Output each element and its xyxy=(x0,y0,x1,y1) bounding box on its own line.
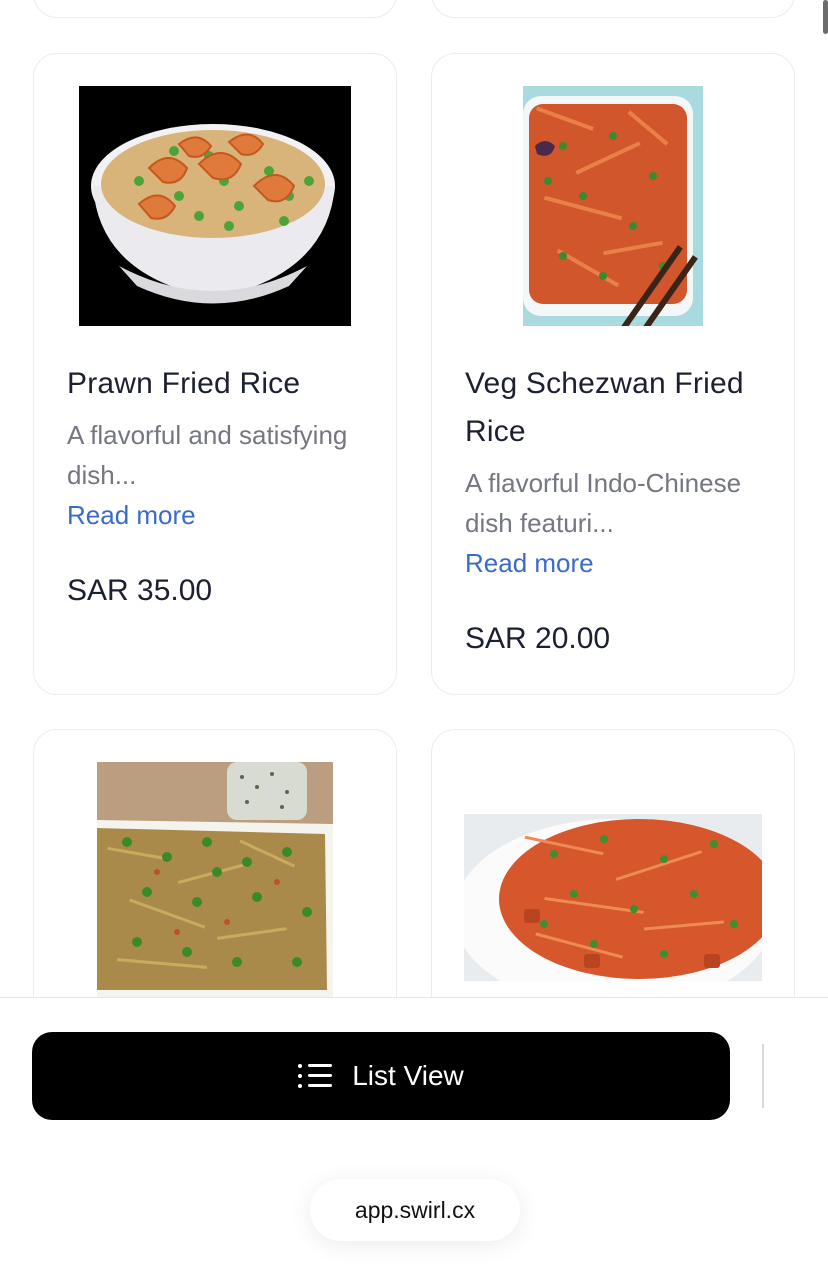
fried-rice-image xyxy=(464,814,762,981)
product-card-veg-schezwan-fried-rice[interactable]: Veg Schezwan Fried Rice A flavorful Indo… xyxy=(431,53,795,695)
product-card-prawn-fried-rice[interactable]: Prawn Fried Rice A flavorful and satisfy… xyxy=(33,53,397,695)
product-description: A flavorful and satisfying dish... xyxy=(67,420,348,490)
menu-page: Prawn Fried Rice A flavorful and satisfy… xyxy=(0,0,828,1266)
product-title: Veg Schezwan Fried Rice xyxy=(465,367,744,448)
product-price: SAR 35.00 xyxy=(67,574,213,607)
list-icon xyxy=(298,1063,333,1089)
product-description: A flavorful Indo-Chinese dish featuri... xyxy=(465,468,742,538)
product-card-partial[interactable] xyxy=(431,0,795,18)
list-view-button[interactable]: List View xyxy=(32,1032,730,1120)
read-more-link[interactable]: Read more xyxy=(67,495,196,535)
read-more-link[interactable]: Read more xyxy=(465,543,594,583)
list-view-label: List View xyxy=(352,1060,464,1091)
product-price: SAR 20.00 xyxy=(465,622,611,655)
fried-rice-image xyxy=(97,762,333,998)
url-pill[interactable]: app.swirl.cx xyxy=(310,1179,520,1241)
product-card-partial[interactable] xyxy=(33,0,397,18)
scrollbar[interactable] xyxy=(823,0,828,34)
divider xyxy=(762,1044,764,1108)
prawn-fried-rice-image xyxy=(79,86,351,326)
veg-schezwan-fried-rice-image xyxy=(523,86,703,326)
bottom-bar: List View app.swirl.cx xyxy=(0,997,828,1266)
product-title: Prawn Fried Rice xyxy=(67,367,301,400)
